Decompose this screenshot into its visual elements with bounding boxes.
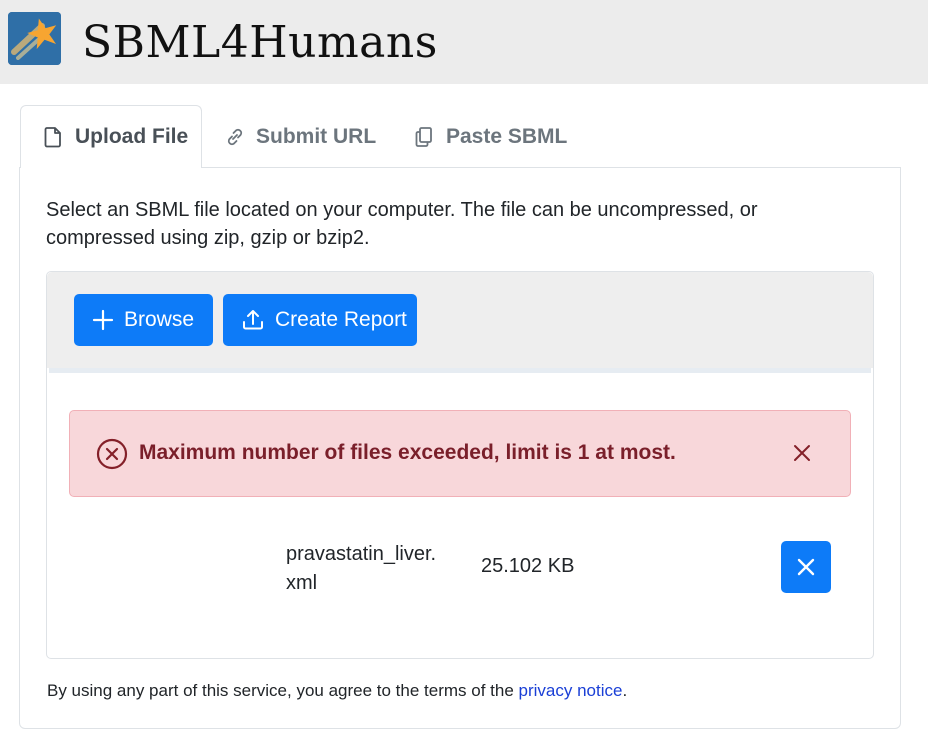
upload-toolbar: Browse Create Report (47, 272, 873, 368)
tab-upload-file[interactable]: Upload File (20, 105, 202, 168)
error-message: Maximum number of files exceeded, limit … (139, 441, 676, 464)
footer-text: By using any part of this service, you a… (47, 681, 519, 700)
file-upload-area: Browse Create Report Maximum number of f… (46, 271, 874, 659)
tab-submit-url[interactable]: Submit URL (224, 105, 376, 168)
file-icon (43, 126, 65, 148)
plus-icon (92, 309, 114, 331)
tab-bar: Upload File Submit URL Paste SBML (20, 105, 902, 168)
tab-upload-file-label: Upload File (75, 125, 189, 148)
tab-paste-sbml[interactable]: Paste SBML (414, 105, 567, 168)
file-size: 25.102 KB (481, 555, 575, 577)
browse-button[interactable]: Browse (74, 294, 213, 346)
tab-paste-sbml-label: Paste SBML (446, 124, 568, 148)
close-icon[interactable] (790, 441, 814, 470)
toolbar-divider (49, 368, 871, 373)
tab-submit-url-label: Submit URL (256, 124, 377, 148)
file-name: pravastatin_liver.xml (286, 543, 437, 594)
browse-button-label: Browse (124, 308, 195, 331)
privacy-footer: By using any part of this service, you a… (47, 681, 627, 701)
create-report-button[interactable]: Create Report (223, 294, 417, 346)
upload-icon (243, 310, 263, 330)
upload-instructions: Select an SBML file located on your comp… (46, 199, 758, 249)
app-header: SBML4Humans (0, 0, 928, 84)
app-logo-icon (8, 12, 61, 65)
remove-file-button[interactable] (781, 541, 831, 593)
create-report-button-label: Create Report (275, 308, 407, 331)
close-icon (797, 558, 815, 576)
copy-icon (414, 126, 436, 148)
link-icon (224, 126, 246, 148)
error-alert: Maximum number of files exceeded, limit … (69, 410, 851, 497)
error-circle-icon (96, 438, 128, 475)
privacy-notice-link[interactable]: privacy notice (519, 681, 623, 700)
footer-suffix: . (622, 681, 628, 700)
app-title: SBML4Humans (82, 17, 438, 68)
